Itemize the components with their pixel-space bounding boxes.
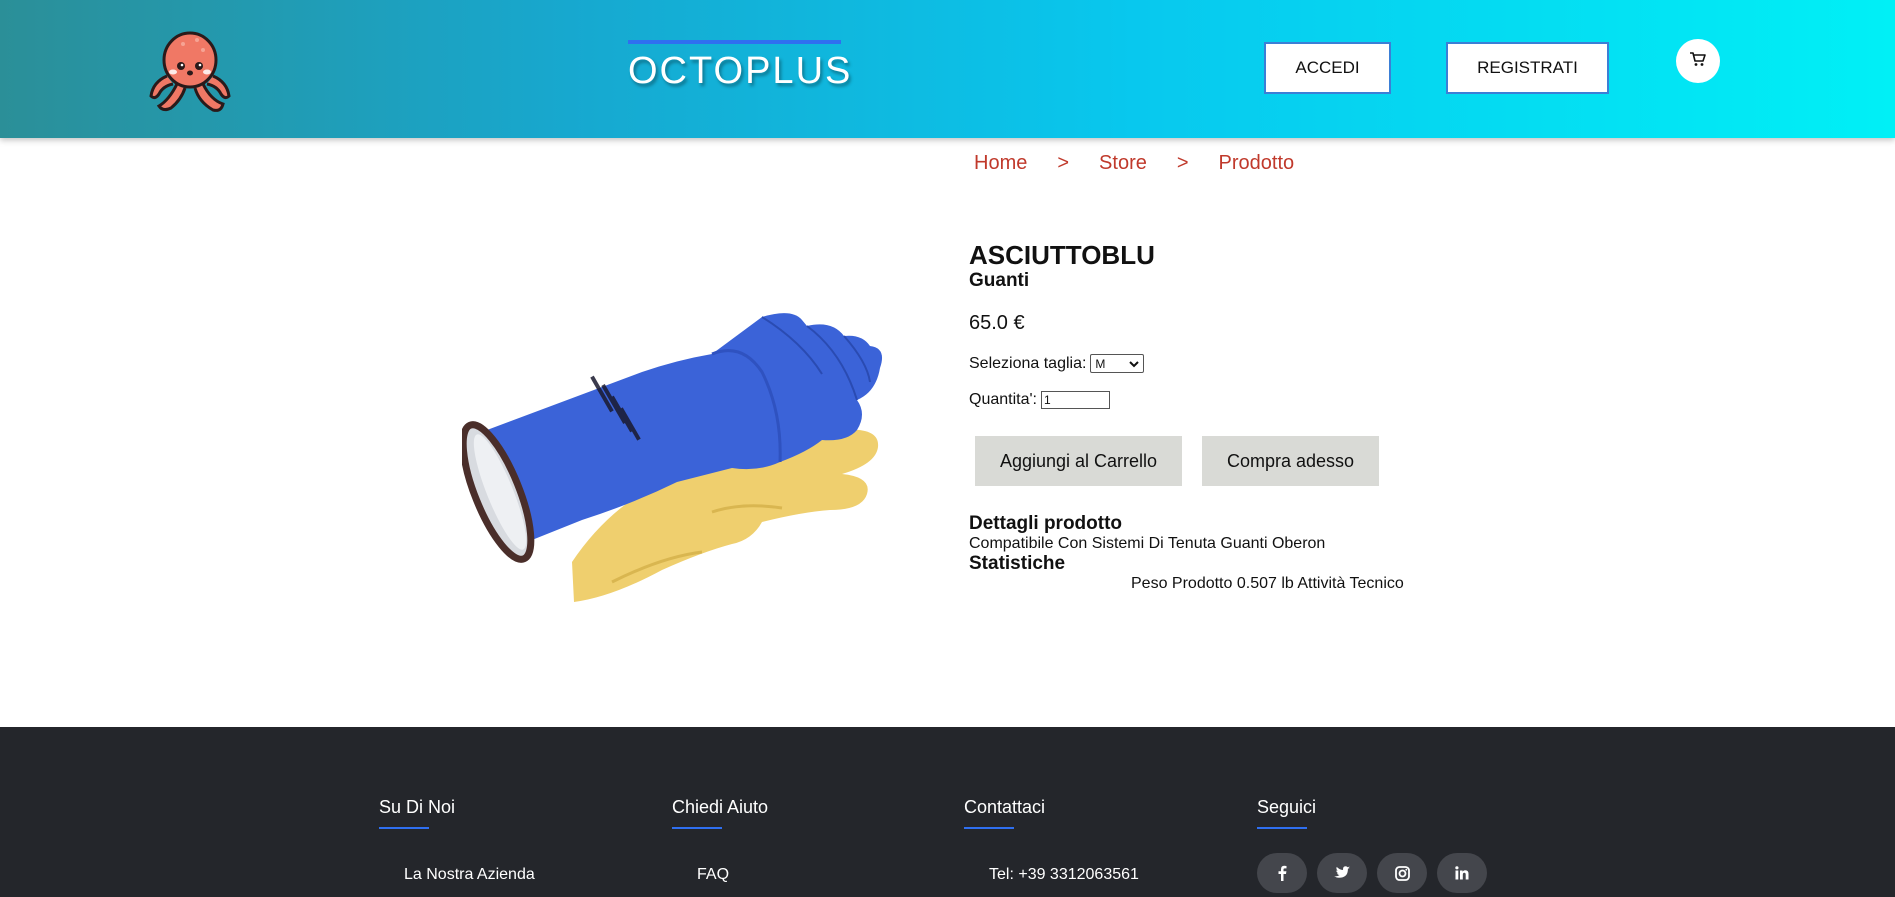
- dive-glove-image: [459, 312, 892, 610]
- octopus-logo-icon[interactable]: [145, 24, 235, 114]
- stats-title: Statistiche: [969, 553, 1066, 574]
- login-button[interactable]: ACCEDI: [1264, 42, 1391, 94]
- details-title: Dettagli prodotto: [969, 513, 1123, 534]
- breadcrumb-separator: >: [1057, 152, 1070, 174]
- add-to-cart-button[interactable]: Aggiungi al Carrello: [975, 436, 1182, 486]
- footer-title-help: Chiedi Aiuto: [672, 797, 769, 817]
- size-selected-value: M: [1095, 356, 1106, 371]
- register-button[interactable]: REGISTRATI: [1446, 42, 1609, 94]
- cart-button[interactable]: [1676, 39, 1720, 83]
- size-select[interactable]: M: [1090, 354, 1145, 373]
- size-row: Seleziona taglia: M: [969, 354, 1145, 373]
- facebook-icon[interactable]: [1257, 853, 1307, 893]
- footer-link-company[interactable]: La Nostra Azienda: [404, 866, 535, 884]
- buy-now-button[interactable]: Compra adesso: [1202, 436, 1379, 486]
- footer-link-faq[interactable]: FAQ: [697, 866, 729, 884]
- footer-underline: [379, 827, 429, 829]
- size-label: Seleziona taglia:: [969, 354, 1087, 372]
- site-header: OCTOPLUS ACCEDI REGISTRATI: [0, 0, 1895, 138]
- quantity-row: Quantita': 1: [969, 391, 1110, 409]
- stats-text: Peso Prodotto 0.507 lb Attività Tecnico: [1131, 575, 1404, 592]
- product-name: ASCIUTTOBLU: [969, 240, 1155, 270]
- breadcrumb: Home > Store > Prodotto: [974, 152, 1294, 175]
- footer-underline: [1257, 827, 1307, 829]
- breadcrumb-separator: >: [1176, 152, 1189, 174]
- breadcrumb-home[interactable]: Home: [974, 152, 1027, 175]
- breadcrumb-product[interactable]: Prodotto: [1219, 152, 1295, 175]
- brand-title[interactable]: OCTOPLUS: [628, 50, 852, 93]
- cart-icon: [1689, 51, 1707, 72]
- product-price: 65.0 €: [969, 312, 1025, 334]
- linkedin-icon[interactable]: [1437, 853, 1487, 893]
- footer-underline: [964, 827, 1014, 829]
- quantity-input[interactable]: 1: [1040, 391, 1110, 409]
- footer-title-contact: Contattaci: [964, 797, 1046, 817]
- twitter-icon[interactable]: [1317, 853, 1367, 893]
- footer-link-phone[interactable]: Tel: +39 3312063561: [989, 866, 1139, 884]
- details-text: Compatibile Con Sistemi Di Tenuta Guanti…: [969, 535, 1326, 552]
- site-footer: [0, 727, 1895, 897]
- product-category: Guanti: [969, 270, 1030, 291]
- instagram-icon[interactable]: [1377, 853, 1427, 893]
- breadcrumb-store[interactable]: Store: [1099, 152, 1147, 175]
- footer-underline: [672, 827, 722, 829]
- footer-title-follow: Seguici: [1257, 797, 1317, 817]
- quantity-label: Quantita':: [969, 391, 1037, 408]
- chevron-down-icon: [1129, 357, 1140, 371]
- brand-underline: [628, 40, 841, 44]
- footer-title-about: Su Di Noi: [379, 797, 456, 817]
